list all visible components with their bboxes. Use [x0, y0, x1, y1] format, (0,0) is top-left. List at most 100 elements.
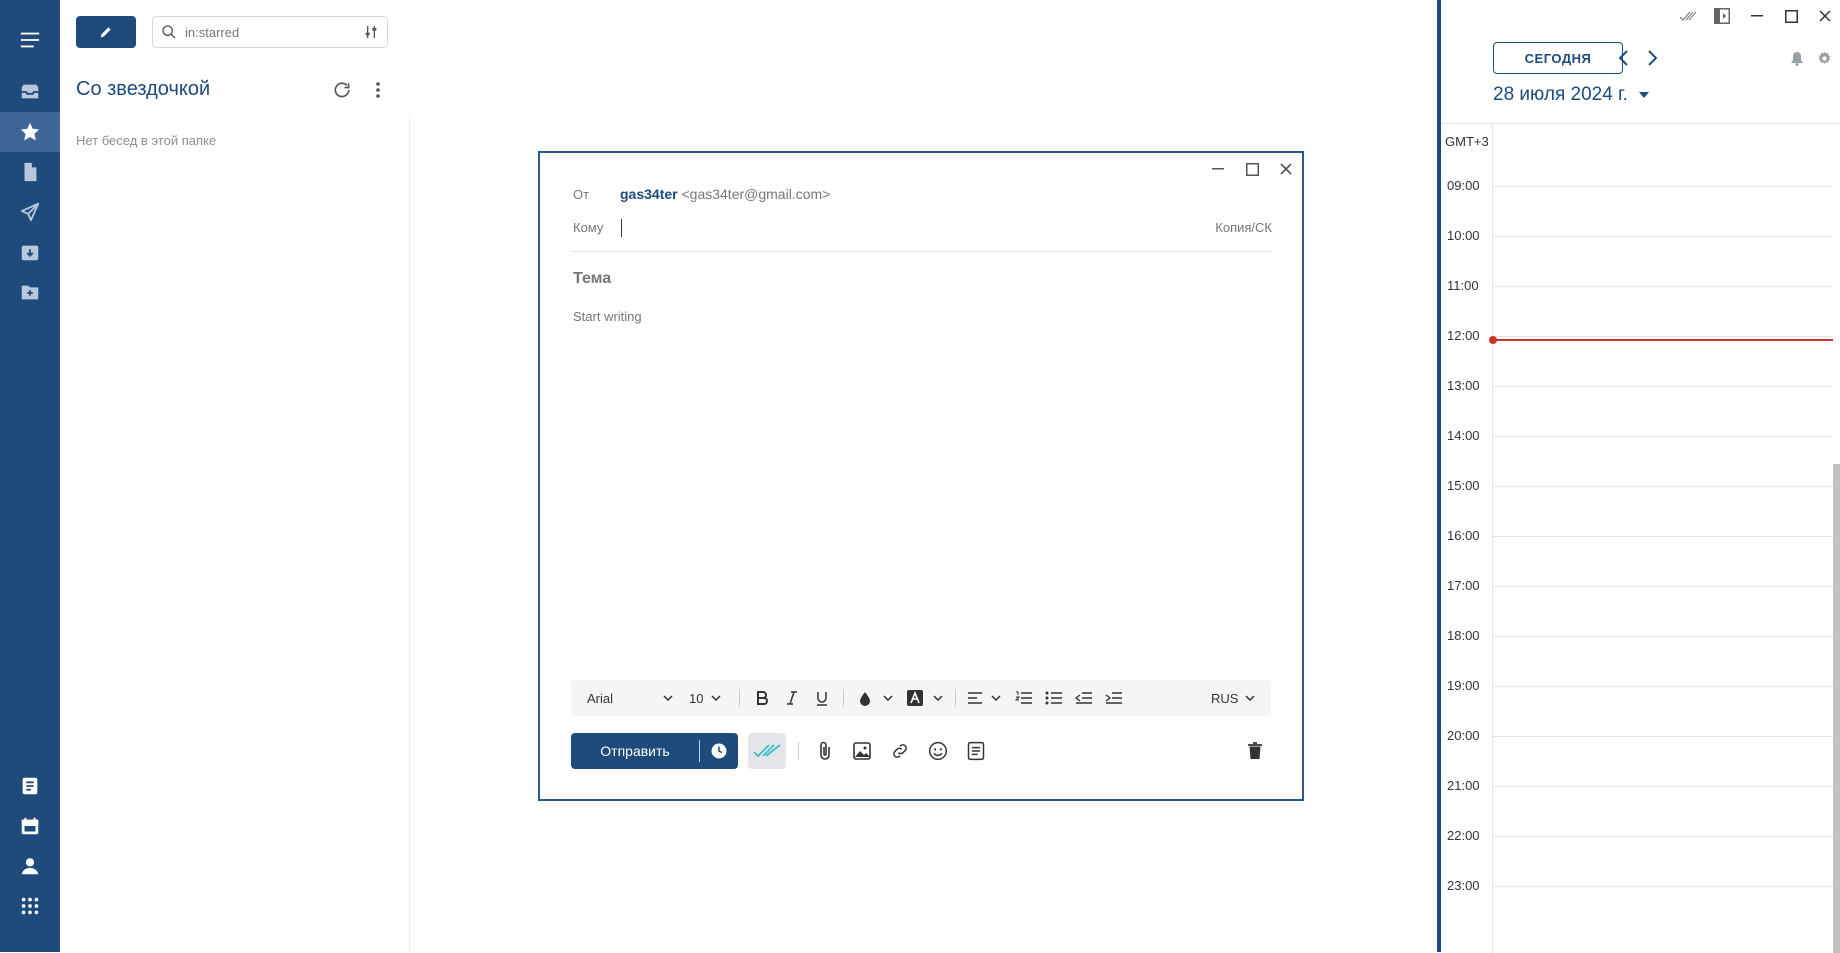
insert-image-icon[interactable]: [847, 733, 877, 769]
subject-field[interactable]: Тема: [573, 270, 611, 288]
text-color-select[interactable]: [859, 680, 893, 716]
close-icon[interactable]: [1276, 159, 1296, 179]
read-receipt-toggle[interactable]: [748, 733, 786, 769]
window-close-icon[interactable]: [1814, 5, 1836, 27]
discard-draft-icon[interactable]: [1240, 733, 1270, 769]
hour-row[interactable]: 19:00: [1441, 678, 1833, 736]
hour-row[interactable]: 23:00: [1441, 878, 1833, 936]
emoji-icon[interactable]: [923, 733, 953, 769]
rail-starred-icon[interactable]: [0, 112, 60, 152]
rail-archive-icon[interactable]: [0, 232, 60, 272]
rail-sent-icon[interactable]: [0, 192, 60, 232]
hour-row[interactable]: 12:00: [1441, 328, 1833, 386]
hour-label: 11:00: [1447, 278, 1479, 293]
filter-icon[interactable]: [363, 24, 379, 40]
rail-calendar-icon[interactable]: [0, 806, 60, 846]
bold-icon[interactable]: [753, 680, 771, 716]
double-check-icon[interactable]: [1677, 5, 1699, 27]
chevron-down-icon: [711, 695, 721, 701]
compose-button[interactable]: [76, 16, 136, 48]
font-size-select[interactable]: 10: [689, 680, 721, 716]
from-sender[interactable]: gas34ter <gas34ter@gmail.com>: [620, 186, 830, 202]
window-minimize-icon[interactable]: [1746, 5, 1768, 27]
insert-link-icon[interactable]: [885, 733, 915, 769]
body-editor[interactable]: Start writing: [573, 309, 642, 324]
outdent-icon[interactable]: [1075, 680, 1093, 716]
hour-row[interactable]: 14:00: [1441, 428, 1833, 486]
align-select[interactable]: [967, 680, 1001, 716]
font-family-value: Arial: [587, 690, 614, 706]
hour-row[interactable]: 16:00: [1441, 528, 1833, 586]
rail-drafts-icon[interactable]: [0, 152, 60, 192]
attach-icon[interactable]: [810, 733, 840, 769]
today-button[interactable]: СЕГОДНЯ: [1493, 42, 1623, 74]
from-label: От: [573, 187, 590, 202]
scrollbar[interactable]: [1833, 464, 1840, 953]
text-background-icon: [907, 690, 923, 706]
hour-line: [1492, 736, 1833, 737]
send-button[interactable]: Отправить: [571, 733, 738, 769]
italic-icon[interactable]: [783, 680, 801, 716]
search-input[interactable]: [185, 24, 345, 40]
hour-row[interactable]: 09:00: [1441, 178, 1833, 236]
next-day-icon[interactable]: [1640, 48, 1664, 68]
underline-icon[interactable]: [813, 680, 831, 716]
hour-label: 14:00: [1447, 428, 1480, 443]
to-field[interactable]: [621, 219, 622, 237]
search-box[interactable]: [152, 16, 388, 48]
language-value: RUS: [1211, 690, 1239, 706]
send-divider: [699, 740, 700, 762]
calendar-panel: СЕГОДНЯ 28 июля 2024 г. GMT+3 09:00 10:00…: [1437, 0, 1840, 953]
refresh-icon[interactable]: [332, 80, 352, 100]
bullet-list-icon[interactable]: [1045, 680, 1063, 716]
formatting-toolbar: Arial 10 RUS: [571, 680, 1271, 716]
schedule-send-button[interactable]: [700, 742, 738, 760]
hour-label: 16:00: [1447, 528, 1480, 543]
menu-icon[interactable]: [0, 20, 60, 60]
hour-label: 15:00: [1447, 478, 1480, 493]
hour-row[interactable]: 20:00: [1441, 728, 1833, 786]
to-label: Кому: [573, 220, 604, 235]
hour-line: [1492, 786, 1833, 787]
hour-row[interactable]: 21:00: [1441, 778, 1833, 836]
hour-row[interactable]: 13:00: [1441, 378, 1833, 436]
hour-row[interactable]: 18:00: [1441, 628, 1833, 686]
highlight-color-select[interactable]: [907, 680, 943, 716]
maximize-icon[interactable]: [1242, 159, 1262, 179]
cc-toggle[interactable]: Копия/СК: [1215, 220, 1272, 235]
hour-label: 21:00: [1447, 778, 1480, 793]
rail-new-folder-icon[interactable]: [0, 272, 60, 312]
from-name: gas34ter: [620, 186, 678, 202]
chevron-down-icon: [883, 695, 893, 701]
numbered-list-icon[interactable]: [1015, 680, 1033, 716]
rail-contacts-icon[interactable]: [0, 846, 60, 886]
hour-row[interactable]: 22:00: [1441, 828, 1833, 886]
font-family-select[interactable]: Arial: [587, 680, 673, 716]
day-grid[interactable]: GMT+3 09:00 10:00 11:00 12:00 13:00 14:00 15:0…: [1441, 123, 1840, 953]
indent-icon[interactable]: [1105, 680, 1123, 716]
settings-gear-icon[interactable]: [1814, 48, 1834, 68]
hour-row[interactable]: 10:00: [1441, 228, 1833, 286]
send-label: Отправить: [600, 743, 670, 759]
from-email: <gas34ter@gmail.com>: [681, 186, 831, 202]
prev-day-icon[interactable]: [1611, 48, 1635, 68]
hour-line: [1492, 436, 1833, 437]
hour-row[interactable]: 17:00: [1441, 578, 1833, 636]
more-options-icon[interactable]: [368, 80, 388, 100]
language-select[interactable]: RUS: [1211, 680, 1255, 716]
minimize-icon[interactable]: [1208, 159, 1228, 179]
toggle-panel-icon[interactable]: [1711, 5, 1733, 27]
folder-title: Со звездочкой: [76, 78, 211, 100]
hour-row[interactable]: 11:00: [1441, 278, 1833, 336]
folder-panel: Со звездочкой Нет бесед в этой папке: [60, 0, 410, 952]
hour-label: 20:00: [1447, 728, 1480, 743]
rail-apps-icon[interactable]: [0, 886, 60, 926]
rail-inbox-icon[interactable]: [0, 72, 60, 112]
hour-row[interactable]: 15:00: [1441, 478, 1833, 536]
window-maximize-icon[interactable]: [1780, 5, 1802, 27]
date-picker[interactable]: 28 июля 2024 г.: [1493, 84, 1650, 106]
hour-line: [1492, 586, 1833, 587]
bell-icon[interactable]: [1787, 48, 1807, 68]
template-icon[interactable]: [961, 733, 991, 769]
rail-notes-icon[interactable]: [0, 766, 60, 806]
